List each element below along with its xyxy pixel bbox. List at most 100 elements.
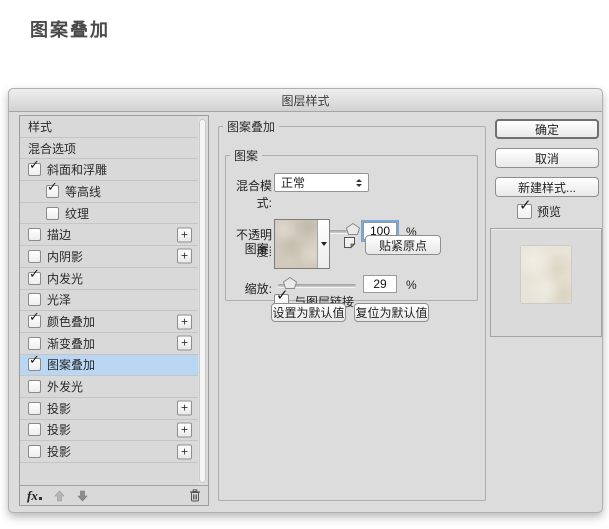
arrow-down-icon (77, 490, 88, 501)
dialog-title: 图层样式 (281, 93, 330, 108)
style-preview-panel (490, 228, 602, 337)
pattern-group-label: 图案 (234, 149, 259, 163)
style-list-item[interactable]: 渐变叠加 + (20, 333, 198, 355)
checkmark-icon: ✓ (47, 178, 58, 194)
effect-checkbox[interactable]: ✓ (28, 353, 41, 372)
blend-mode-label: 混合模式: (235, 179, 272, 210)
checkmark-icon: ✓ (519, 197, 532, 214)
preview-checkbox[interactable]: ✓ 预览 (517, 198, 562, 220)
add-effect-instance-button[interactable]: + (177, 248, 192, 264)
style-item-label: 渐变叠加 (47, 336, 96, 351)
effect-checkbox[interactable] (28, 293, 41, 307)
fx-icon[interactable]: fx (27, 488, 38, 504)
effect-checkbox[interactable]: ✓ (28, 267, 41, 285)
sidebar-footer: fx (20, 485, 208, 505)
effect-checkbox[interactable]: ✓ (28, 158, 41, 177)
add-effect-instance-button[interactable]: + (177, 422, 192, 438)
layer-style-dialog: 图层样式 样式 混合选项 ✓ 斜面和浮雕 ✓ 等高线 纹理 描边 + 内阴影 + ✓ 内发光 光泽 ✓ 颜色叠… (8, 88, 603, 513)
checkbox-box[interactable]: ✓ (517, 198, 532, 219)
add-effect-instance-button[interactable]: + (177, 335, 192, 351)
style-item-label: 斜面和浮雕 (47, 163, 108, 178)
style-list-item[interactable]: 混合选项 (20, 138, 198, 160)
style-list-item[interactable]: 投影 + (20, 398, 198, 420)
add-effect-instance-button[interactable]: + (177, 227, 192, 243)
trash-icon (190, 489, 200, 502)
reset-default-button[interactable]: 复位为默认值 (354, 303, 429, 322)
style-list-item[interactable]: 样式 (20, 116, 198, 138)
new-pattern-preset-button[interactable] (343, 236, 356, 249)
ok-button[interactable]: 确定 (495, 119, 599, 139)
move-effect-down-button[interactable] (77, 490, 88, 502)
style-list-item[interactable]: 描边 + (20, 224, 198, 247)
snap-to-origin-button[interactable]: 贴紧原点 (365, 235, 441, 255)
style-list-item[interactable]: ✓ 图案叠加 (20, 353, 198, 377)
style-list-item[interactable]: 投影 + (20, 420, 198, 442)
style-list-item[interactable]: 内阴影 + (20, 246, 198, 268)
pattern-label: 图案: (244, 242, 272, 256)
styles-sidebar: 样式 混合选项 ✓ 斜面和浮雕 ✓ 等高线 纹理 描边 + 内阴影 + ✓ 内发光 光泽 ✓ 颜色叠加 + 渐变叠… (19, 115, 209, 506)
make-default-button[interactable]: 设置为默认值 (271, 303, 346, 322)
scrollbar-thumb[interactable] (199, 119, 206, 483)
arrow-up-icon (54, 490, 65, 501)
move-effect-up-button[interactable] (54, 490, 65, 502)
style-item-label: 投影 (47, 445, 72, 460)
style-item-label: 描边 (47, 228, 72, 243)
picker-arrow-icon (320, 242, 327, 246)
style-list-item[interactable]: ✓ 颜色叠加 + (20, 310, 198, 333)
new-style-button[interactable]: 新建样式... (495, 177, 599, 197)
checkmark-icon: ✓ (29, 265, 40, 281)
effect-checkbox[interactable] (46, 206, 59, 220)
style-list: 样式 混合选项 ✓ 斜面和浮雕 ✓ 等高线 纹理 描边 + 内阴影 + ✓ 内发光 光泽 ✓ 颜色叠加 + 渐变叠… (20, 116, 198, 463)
style-list-item[interactable]: 外发光 (20, 376, 198, 398)
preview-label: 预览 (537, 205, 562, 219)
effect-checkbox[interactable] (28, 423, 41, 437)
blend-mode-value: 正常 (281, 176, 306, 190)
effect-checkbox[interactable] (28, 336, 41, 350)
effect-checkbox[interactable] (28, 445, 41, 459)
checkmark-icon: ✓ (29, 157, 40, 173)
sidebar-scrollbar[interactable] (198, 117, 207, 485)
effect-checkbox[interactable]: ✓ (28, 310, 41, 329)
pattern-picker-strip[interactable] (317, 220, 329, 268)
style-preview-thumbnail (521, 246, 571, 303)
style-item-label: 纹理 (65, 206, 90, 221)
style-item-label: 混合选项 (28, 141, 77, 156)
add-effect-instance-button[interactable]: + (177, 314, 192, 330)
scale-label: 缩放: (244, 282, 272, 296)
pattern-overlay-panel: 图案叠加 图案 混合模式: 正常 不透明度: 100 % 图案: 贴紧原点 缩放… (218, 118, 486, 501)
style-item-label: 光泽 (47, 293, 72, 308)
style-list-item[interactable]: 投影 + (20, 441, 198, 463)
fx-menu-dot-icon (38, 497, 42, 500)
effect-checkbox[interactable] (28, 249, 41, 263)
pattern-group: 图案 混合模式: 正常 不透明度: 100 % 图案: 贴紧原点 缩放: 29 … (225, 147, 478, 309)
blend-mode-select[interactable]: 正常 (274, 173, 369, 192)
style-item-label: 图案叠加 (47, 358, 96, 373)
delete-effect-button[interactable] (189, 489, 201, 502)
effect-checkbox[interactable]: ✓ (46, 180, 59, 198)
scale-input[interactable]: 29 (363, 275, 397, 293)
effect-checkbox[interactable] (28, 380, 41, 394)
style-list-item[interactable]: ✓ 等高线 (20, 180, 198, 203)
scale-unit: % (406, 278, 417, 292)
checkmark-icon: ✓ (29, 352, 40, 368)
style-item-label: 等高线 (65, 184, 102, 199)
style-item-label: 投影 (47, 423, 72, 438)
page-title: 图案叠加 (30, 20, 110, 40)
dialog-titlebar[interactable]: 图层样式 (9, 89, 602, 112)
cancel-button[interactable]: 取消 (495, 148, 599, 168)
effect-checkbox[interactable] (28, 228, 41, 242)
style-list-item[interactable]: ✓ 内发光 (20, 267, 198, 290)
opacity-slider-thumb[interactable] (345, 222, 361, 235)
checkmark-icon: ✓ (29, 309, 40, 325)
style-list-item[interactable]: ✓ 斜面和浮雕 (20, 158, 198, 182)
new-preset-page-icon (344, 237, 356, 249)
add-effect-instance-button[interactable]: + (177, 400, 192, 416)
panel-header: 图案叠加 (227, 120, 276, 134)
style-item-label: 投影 (47, 401, 72, 416)
style-list-item[interactable]: 光泽 (20, 290, 198, 312)
pattern-swatch-picker[interactable] (274, 219, 330, 269)
effect-checkbox[interactable] (28, 401, 41, 415)
style-item-label: 内发光 (47, 271, 84, 286)
style-list-item[interactable]: 纹理 (20, 203, 198, 225)
add-effect-instance-button[interactable]: + (177, 444, 192, 460)
